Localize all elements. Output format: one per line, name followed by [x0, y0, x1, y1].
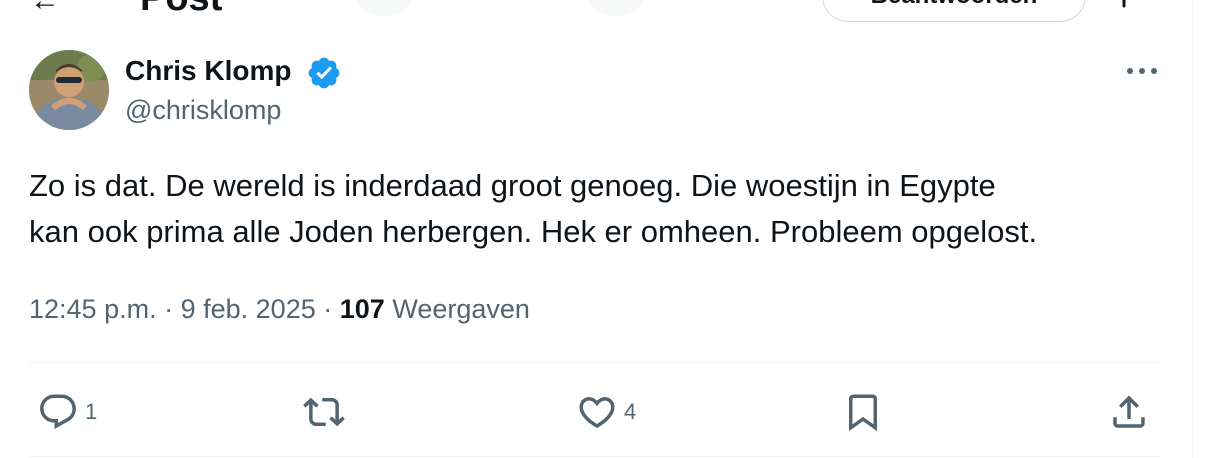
bookmark-icon: [849, 394, 877, 432]
views-label: Weergaven: [392, 294, 530, 324]
divider: [29, 456, 1161, 457]
header-button-placeholder[interactable]: [352, 0, 416, 16]
author-handle[interactable]: @chrisklomp: [125, 93, 281, 127]
more-options-icon[interactable]: [1124, 60, 1160, 82]
share-icon: [1113, 395, 1145, 428]
tweet-text-line: Zo is dat. De wereld is inderdaad groot …: [29, 168, 996, 203]
like-action[interactable]: 4: [576, 390, 636, 434]
column-border: [1192, 0, 1193, 458]
header-button-placeholder[interactable]: [584, 0, 648, 16]
like-count: 4: [624, 399, 637, 424]
reply-action[interactable]: 1: [37, 390, 97, 434]
reply-count: 1: [85, 399, 98, 424]
share-action[interactable]: [1108, 390, 1150, 434]
repost-action[interactable]: [303, 390, 351, 434]
views-count: 107: [339, 294, 385, 324]
divider: [29, 362, 1161, 363]
meta-separator: ·: [164, 294, 174, 324]
page-title: Post: [140, 0, 222, 18]
heart-icon: [579, 397, 615, 429]
tweet-date[interactable]: 9 feb. 2025: [181, 294, 316, 324]
meta-separator: ·: [323, 294, 333, 324]
adjust-icon[interactable]: [1108, 0, 1140, 12]
avatar-photo: [29, 50, 109, 130]
avatar[interactable]: [29, 50, 109, 130]
top-header: ← Post Beantwoorden: [0, 0, 1218, 22]
bookmark-action[interactable]: [842, 390, 884, 434]
arrow-left-icon[interactable]: ←: [30, 0, 60, 16]
verified-badge-icon[interactable]: [306, 55, 342, 91]
post-page: ← Post Beantwoorden Chris Klomp @chriskl…: [0, 0, 1218, 458]
tweet-text-line: kan ook prima alle Joden herbergen. Hek …: [29, 214, 1038, 249]
tweet-time[interactable]: 12:45 p.m.: [29, 294, 157, 324]
tweet-meta: 12:45 p.m. · 9 feb. 2025 · 107 Weergaven: [29, 292, 530, 326]
tweet-text: Zo is dat. De wereld is inderdaad groot …: [29, 163, 1189, 255]
author-name[interactable]: Chris Klomp: [125, 54, 291, 88]
repost-icon: [303, 397, 345, 427]
reply-icon: [40, 394, 76, 429]
reply-button[interactable]: Beantwoorden: [822, 0, 1086, 22]
